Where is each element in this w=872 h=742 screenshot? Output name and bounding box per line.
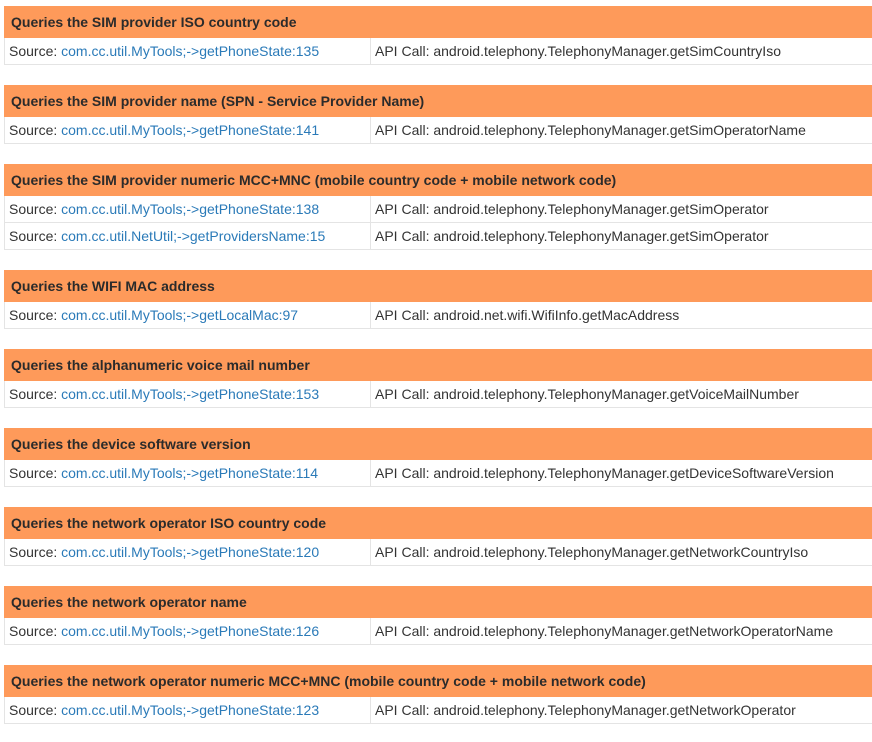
source-cell: Source: com.cc.util.MyTools;->getPhoneSt… [5, 381, 371, 407]
source-label: Source: [9, 122, 62, 138]
source-cell: Source: com.cc.util.MyTools;->getPhoneSt… [5, 618, 371, 644]
source-cell: Source: com.cc.util.MyTools;->getPhoneSt… [5, 697, 371, 723]
table-row: Source: com.cc.util.NetUtil;->getProvide… [4, 223, 872, 250]
api-call-value: android.telephony.TelephonyManager.getNe… [433, 623, 834, 639]
section-title: Queries the SIM provider name (SPN - Ser… [4, 85, 872, 117]
section-title: Queries the network operator name [4, 586, 872, 618]
behavior-section: Queries the SIM provider ISO country cod… [4, 6, 872, 65]
behavior-section: Queries the SIM provider numeric MCC+MNC… [4, 164, 872, 250]
api-call-label: API Call: [375, 228, 434, 244]
behavior-section: Queries the SIM provider name (SPN - Ser… [4, 85, 872, 144]
api-call-label: API Call: [375, 623, 434, 639]
source-link[interactable]: com.cc.util.MyTools;->getLocalMac:97 [61, 307, 298, 323]
behavior-section: Queries the network operator numeric MCC… [4, 665, 872, 724]
api-call-cell: API Call: android.telephony.TelephonyMan… [371, 196, 872, 222]
source-cell: Source: com.cc.util.MyTools;->getPhoneSt… [5, 460, 371, 486]
api-call-value: android.net.wifi.WifiInfo.getMacAddress [433, 307, 680, 323]
source-label: Source: [9, 544, 62, 560]
api-call-value: android.telephony.TelephonyManager.getNe… [433, 544, 809, 560]
behavior-report: Queries the SIM provider ISO country cod… [0, 0, 872, 724]
api-call-cell: API Call: android.telephony.TelephonyMan… [371, 697, 872, 723]
source-link[interactable]: com.cc.util.MyTools;->getPhoneState:135 [61, 43, 319, 59]
source-link[interactable]: com.cc.util.MyTools;->getPhoneState:153 [61, 386, 319, 402]
table-row: Source: com.cc.util.MyTools;->getPhoneSt… [4, 460, 872, 487]
section-title: Queries the network operator ISO country… [4, 507, 872, 539]
source-link[interactable]: com.cc.util.MyTools;->getPhoneState:138 [61, 201, 319, 217]
source-link[interactable]: com.cc.util.NetUtil;->getProvidersName:1… [61, 228, 325, 244]
behavior-section: Queries the network operator ISO country… [4, 507, 872, 566]
api-call-cell: API Call: android.telephony.TelephonyMan… [371, 223, 872, 249]
source-link[interactable]: com.cc.util.MyTools;->getPhoneState:120 [61, 544, 319, 560]
source-link[interactable]: com.cc.util.MyTools;->getPhoneState:141 [61, 122, 319, 138]
api-call-label: API Call: [375, 122, 434, 138]
api-call-value: android.telephony.TelephonyManager.getSi… [433, 228, 769, 244]
api-call-label: API Call: [375, 201, 434, 217]
behavior-section: Queries the device software version Sour… [4, 428, 872, 487]
api-call-cell: API Call: android.telephony.TelephonyMan… [371, 117, 872, 143]
source-label: Source: [9, 228, 62, 244]
section-title: Queries the network operator numeric MCC… [4, 665, 872, 697]
api-call-label: API Call: [375, 307, 434, 323]
api-call-cell: API Call: android.telephony.TelephonyMan… [371, 460, 872, 486]
source-link[interactable]: com.cc.util.MyTools;->getPhoneState:114 [61, 465, 318, 481]
source-cell: Source: com.cc.util.MyTools;->getPhoneSt… [5, 539, 371, 565]
table-row: Source: com.cc.util.MyTools;->getPhoneSt… [4, 38, 872, 65]
behavior-section: Queries the WIFI MAC address Source: com… [4, 270, 872, 329]
table-row: Source: com.cc.util.MyTools;->getPhoneSt… [4, 618, 872, 645]
section-title: Queries the alphanumeric voice mail numb… [4, 349, 872, 381]
table-row: Source: com.cc.util.MyTools;->getPhoneSt… [4, 117, 872, 144]
api-call-cell: API Call: android.net.wifi.WifiInfo.getM… [371, 302, 872, 328]
api-call-value: android.telephony.TelephonyManager.getSi… [433, 201, 769, 217]
api-call-value: android.telephony.TelephonyManager.getVo… [433, 386, 799, 402]
source-cell: Source: com.cc.util.NetUtil;->getProvide… [5, 223, 371, 249]
source-label: Source: [9, 623, 62, 639]
api-call-value: android.telephony.TelephonyManager.getNe… [433, 702, 796, 718]
behavior-section: Queries the alphanumeric voice mail numb… [4, 349, 872, 408]
source-label: Source: [9, 465, 62, 481]
source-label: Source: [9, 43, 62, 59]
section-title: Queries the SIM provider ISO country cod… [4, 6, 872, 38]
section-title: Queries the SIM provider numeric MCC+MNC… [4, 164, 872, 196]
table-row: Source: com.cc.util.MyTools;->getPhoneSt… [4, 697, 872, 724]
source-label: Source: [9, 386, 62, 402]
api-call-cell: API Call: android.telephony.TelephonyMan… [371, 618, 872, 644]
source-cell: Source: com.cc.util.MyTools;->getPhoneSt… [5, 38, 371, 64]
api-call-value: android.telephony.TelephonyManager.getSi… [433, 43, 781, 59]
api-call-cell: API Call: android.telephony.TelephonyMan… [371, 539, 872, 565]
api-call-label: API Call: [375, 43, 434, 59]
api-call-cell: API Call: android.telephony.TelephonyMan… [371, 38, 872, 64]
table-row: Source: com.cc.util.MyTools;->getPhoneSt… [4, 381, 872, 408]
section-title: Queries the WIFI MAC address [4, 270, 872, 302]
api-call-label: API Call: [375, 544, 434, 560]
api-call-label: API Call: [375, 465, 434, 481]
table-row: Source: com.cc.util.MyTools;->getPhoneSt… [4, 196, 872, 223]
table-row: Source: com.cc.util.MyTools;->getPhoneSt… [4, 539, 872, 566]
source-label: Source: [9, 201, 62, 217]
api-call-cell: API Call: android.telephony.TelephonyMan… [371, 381, 872, 407]
source-link[interactable]: com.cc.util.MyTools;->getPhoneState:123 [61, 702, 319, 718]
source-cell: Source: com.cc.util.MyTools;->getLocalMa… [5, 302, 371, 328]
behavior-section: Queries the network operator name Source… [4, 586, 872, 645]
section-title: Queries the device software version [4, 428, 872, 460]
source-link[interactable]: com.cc.util.MyTools;->getPhoneState:126 [61, 623, 319, 639]
source-cell: Source: com.cc.util.MyTools;->getPhoneSt… [5, 117, 371, 143]
source-cell: Source: com.cc.util.MyTools;->getPhoneSt… [5, 196, 371, 222]
api-call-label: API Call: [375, 702, 434, 718]
table-row: Source: com.cc.util.MyTools;->getLocalMa… [4, 302, 872, 329]
api-call-label: API Call: [375, 386, 434, 402]
source-label: Source: [9, 307, 62, 323]
api-call-value: android.telephony.TelephonyManager.getDe… [433, 465, 834, 481]
api-call-value: android.telephony.TelephonyManager.getSi… [433, 122, 806, 138]
source-label: Source: [9, 702, 62, 718]
